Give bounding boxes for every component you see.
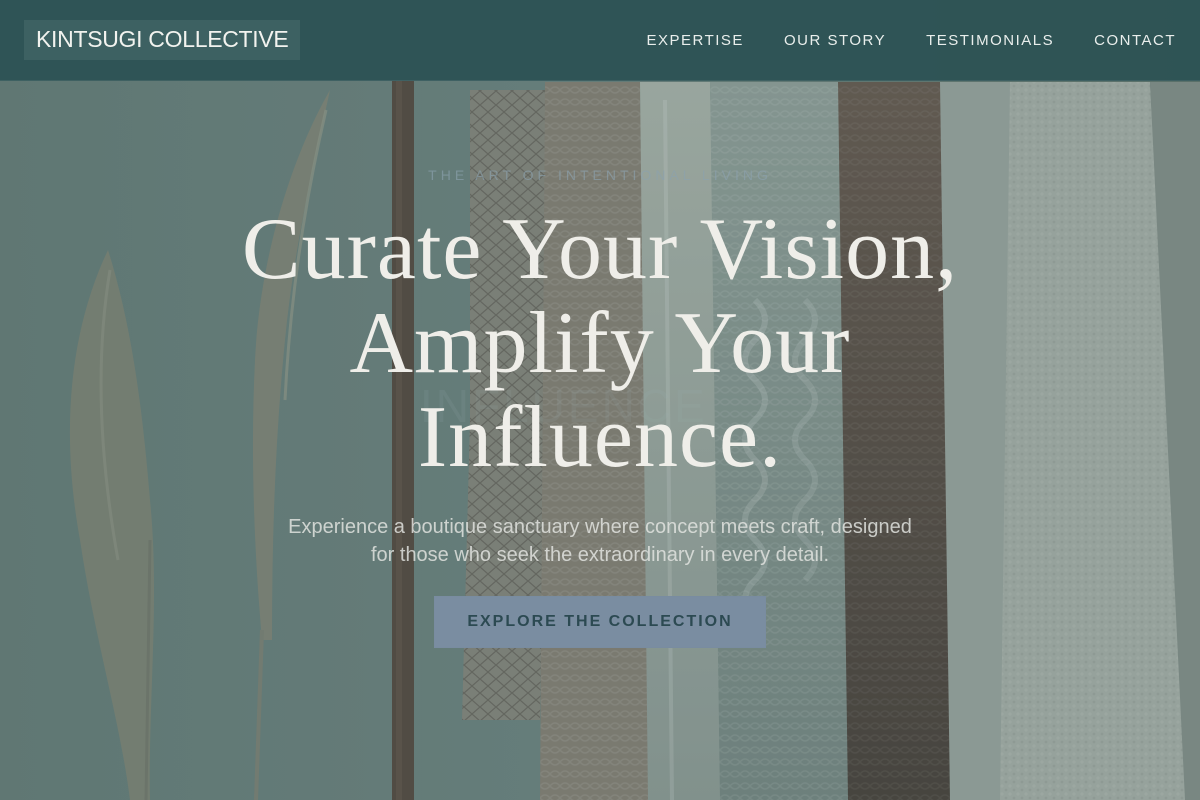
brand-logo[interactable]: KINTSUGI COLLECTIVE — [24, 20, 301, 60]
nav-link-our-story[interactable]: OUR STORY — [784, 32, 886, 49]
hero-subtitle-line: Experience a boutique sanctuary where co… — [288, 516, 912, 538]
hero-headline-line: Influence. — [417, 389, 783, 486]
page: KINTSUGI COLLECTIVE EXPERTISE OUR STORY … — [0, 0, 1200, 800]
explore-collection-button[interactable]: EXPLORE THE COLLECTION — [434, 596, 766, 648]
hero-section: THE ART OF INTENTIONAL LIVING INFLUENCE … — [0, 81, 1200, 800]
nav-link-expertise[interactable]: EXPERTISE — [647, 32, 744, 49]
top-navigation-bar: KINTSUGI COLLECTIVE EXPERTISE OUR STORY … — [0, 0, 1200, 81]
nav-link-testimonials[interactable]: TESTIMONIALS — [926, 32, 1054, 49]
hero-headline: Curate Your Vision, Amplify Your Influen… — [150, 203, 1050, 485]
hero-headline-line: Curate Your Vision, — [241, 201, 959, 298]
nav-link-contact[interactable]: CONTACT — [1094, 32, 1176, 49]
main-navigation: EXPERTISE OUR STORY TESTIMONIALS CONTACT — [647, 31, 1176, 49]
hero-subtitle: Experience a boutique sanctuary where co… — [250, 513, 950, 569]
hero-subtitle-line: for those who seek the extraordinary in … — [370, 544, 830, 566]
hero-headline-line: Amplify Your — [349, 295, 851, 392]
hero-eyebrow-text: THE ART OF INTENTIONAL LIVING — [428, 167, 772, 183]
